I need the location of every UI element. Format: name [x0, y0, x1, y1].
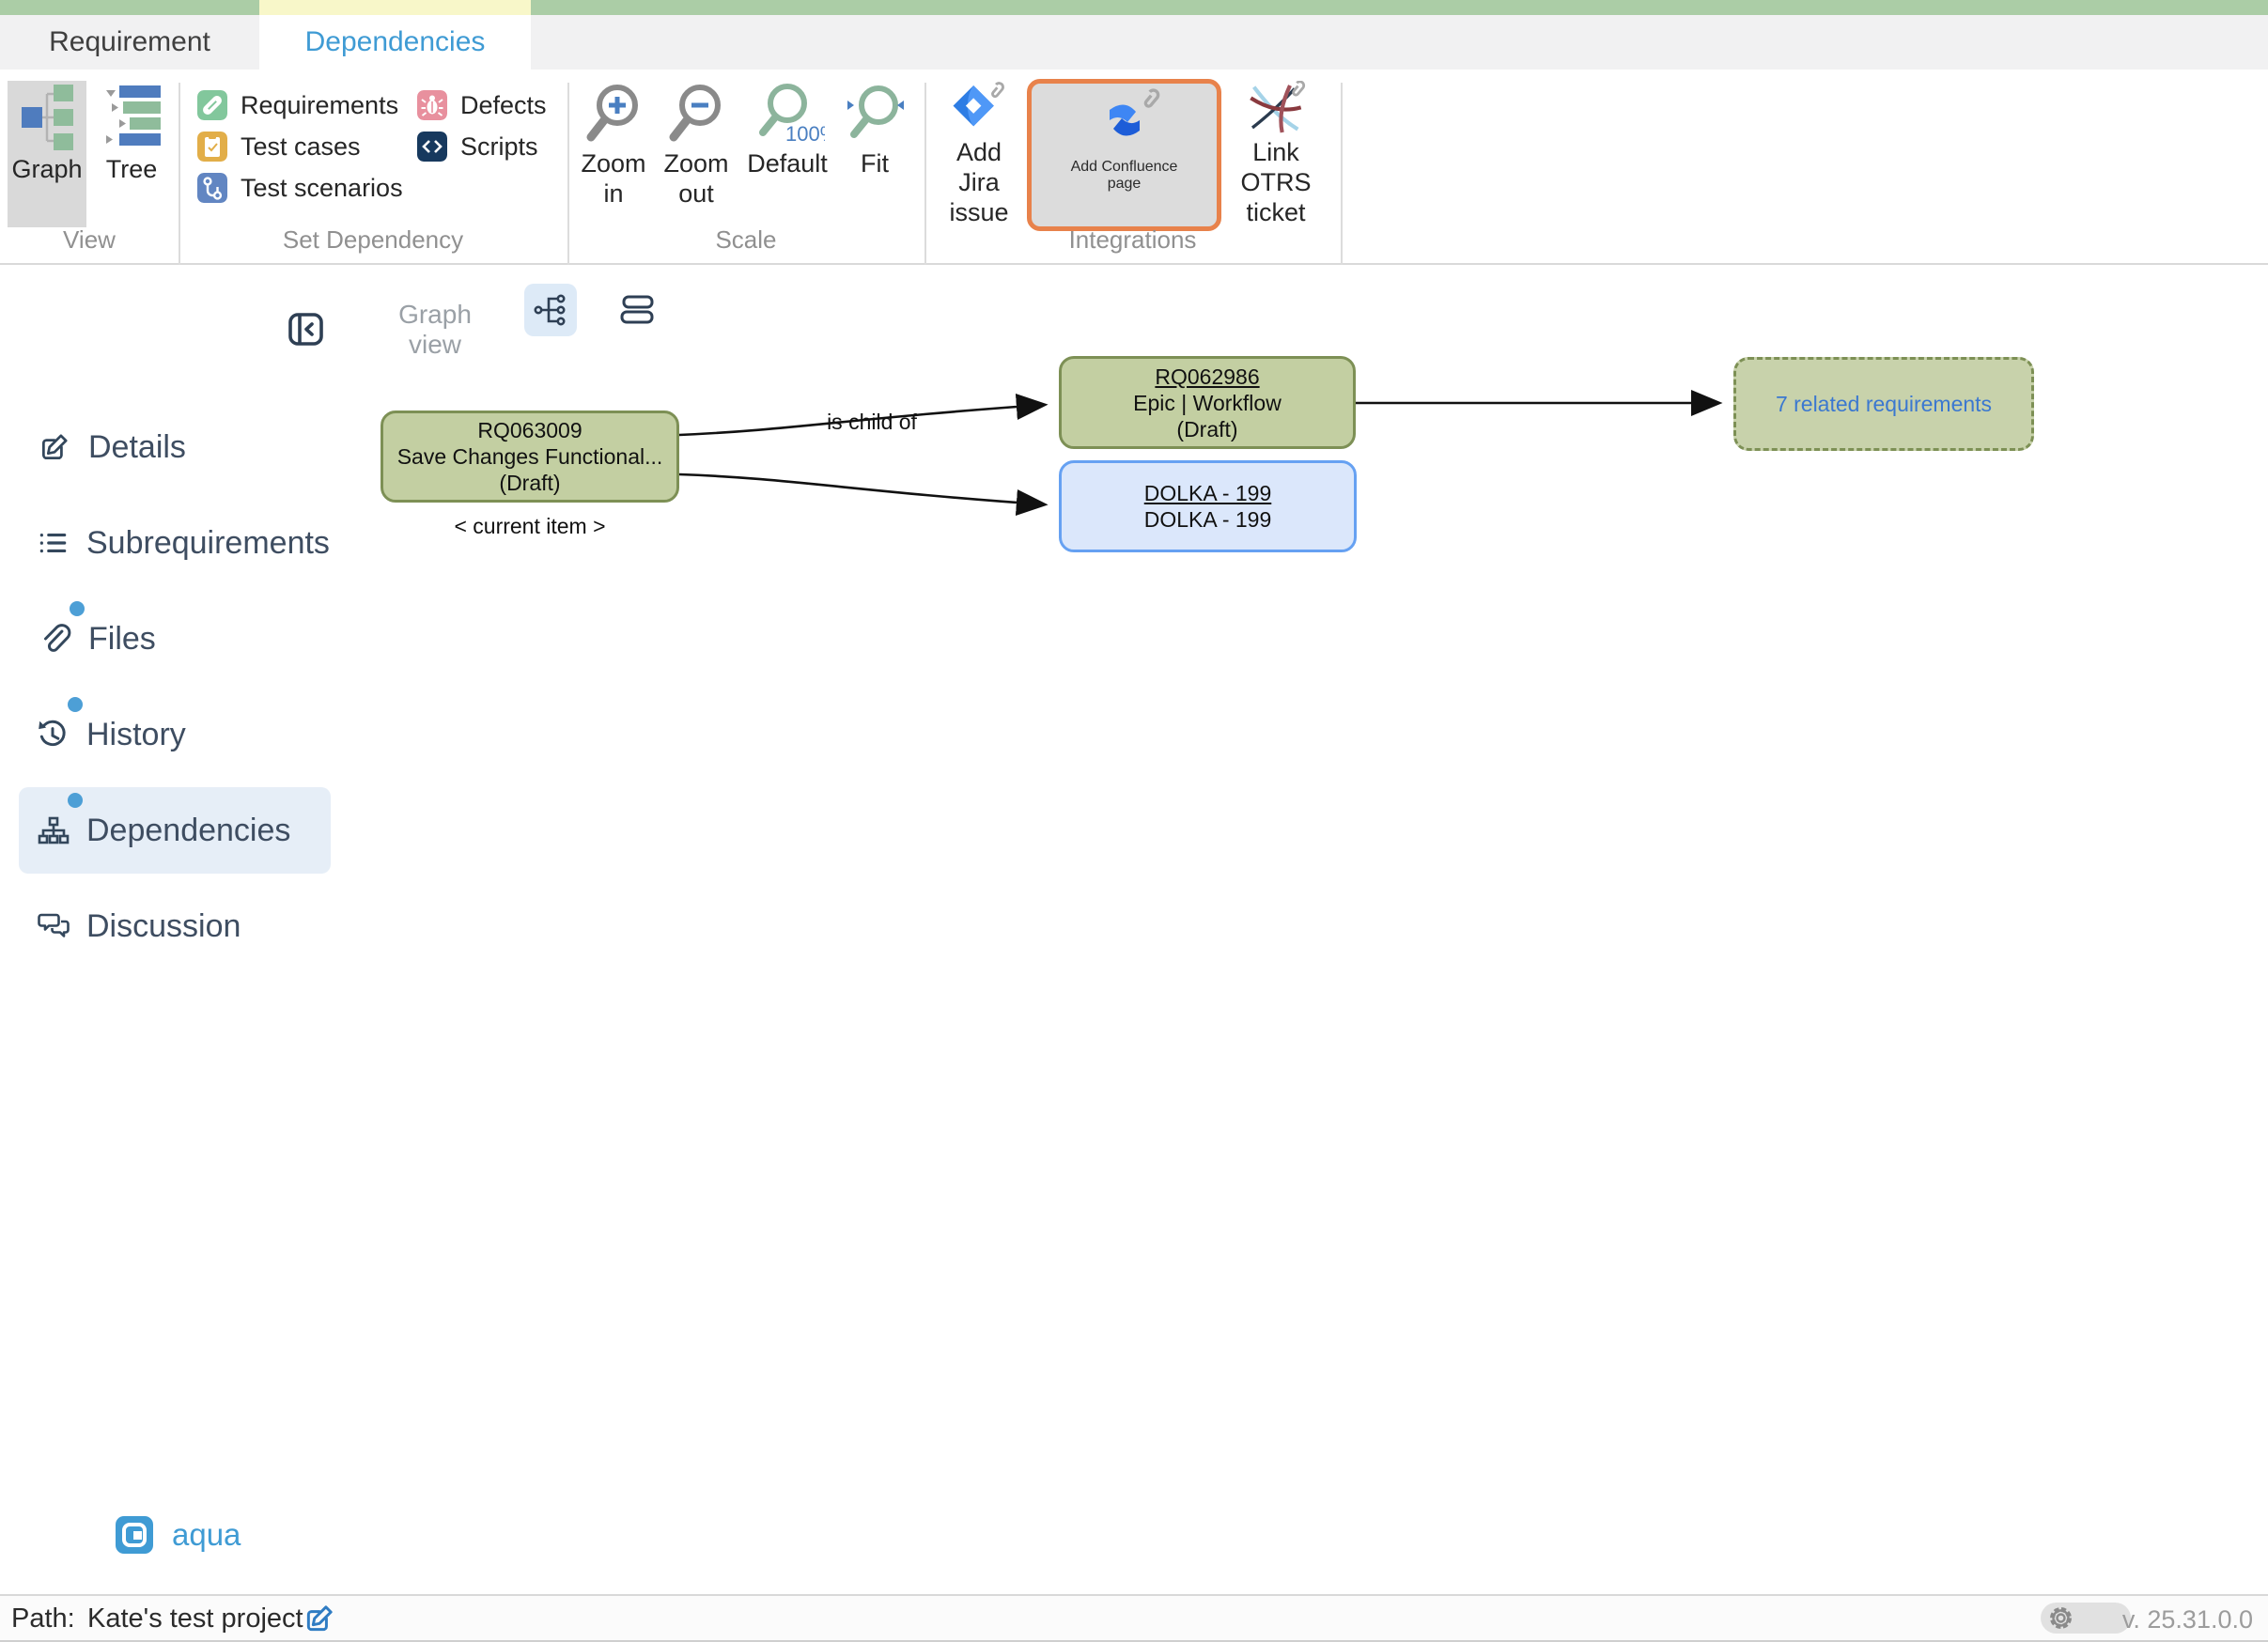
- confluence-icon: [1081, 87, 1168, 159]
- zoom-fit-label: Fit: [861, 148, 889, 178]
- group-label-integrations: Integrations: [924, 225, 1341, 255]
- group-label-view: View: [0, 225, 179, 255]
- zoom-default-button[interactable]: 100% Default: [742, 81, 832, 227]
- tab-dependencies[interactable]: Dependencies: [259, 15, 531, 70]
- tab-bar: Requirement Dependencies: [0, 15, 2268, 70]
- top-accent-strip: [0, 0, 2268, 15]
- node-related-requirements[interactable]: 7 related requirements: [1733, 357, 2034, 451]
- zoom-out-icon: [666, 81, 726, 148]
- set-dependency-test-cases-label: Test cases: [241, 132, 361, 162]
- edit-path-icon: [303, 1602, 336, 1635]
- group-label-set-dependency: Set Dependency: [179, 225, 567, 255]
- zoom-fit-icon: [845, 81, 905, 148]
- node-current-item[interactable]: RQ063009 Save Changes Functional... (Dra…: [381, 410, 679, 503]
- node-parent-requirement[interactable]: RQ062986 Epic | Workflow (Draft): [1059, 356, 1356, 449]
- link-otrs-label-1: Link OTRS: [1229, 137, 1323, 197]
- svg-text:100%: 100%: [785, 122, 825, 146]
- tab-dependencies-label: Dependencies: [305, 26, 486, 58]
- edit-path-button[interactable]: [303, 1602, 336, 1635]
- set-dependency-requirements-label: Requirements: [241, 91, 398, 120]
- active-tab-accent-strip: [259, 0, 531, 15]
- zoom-out-label-2: out: [678, 178, 714, 209]
- tab-requirement-label: Requirement: [49, 26, 210, 58]
- brand: aqua: [116, 1516, 241, 1554]
- zoom-in-icon: [583, 81, 644, 148]
- link-otrs-label-2: ticket: [1246, 197, 1305, 227]
- brand-name: aqua: [172, 1517, 241, 1553]
- path-label: Path:: [11, 1603, 75, 1634]
- gear-icon: [2048, 1605, 2074, 1631]
- graph-view-button[interactable]: Graph: [8, 81, 86, 227]
- dependency-graph-canvas: Graph view Details: [0, 265, 2268, 1594]
- add-confluence-label-1: Add Confluence: [1071, 159, 1178, 176]
- set-dependency-defects-label: Defects: [460, 91, 547, 120]
- link-otrs-ticket-button[interactable]: Link OTRS ticket: [1229, 81, 1323, 227]
- tab-requirement[interactable]: Requirement: [0, 15, 259, 70]
- defect-bug-icon: [417, 90, 447, 120]
- node-external-id[interactable]: DOLKA - 199: [1144, 480, 1272, 506]
- zoom-default-icon: 100%: [750, 81, 825, 148]
- test-scenario-icon: [197, 173, 227, 203]
- set-dependency-defects[interactable]: Defects: [417, 90, 547, 120]
- requirement-icon: [197, 90, 227, 120]
- status-bar: Path: Kate's test project v. 25.31.0.0: [0, 1594, 2268, 1642]
- set-dependency-test-cases[interactable]: Test cases: [197, 132, 361, 162]
- tree-view-button-label: Tree: [106, 154, 158, 184]
- zoom-fit-button[interactable]: Fit: [840, 81, 909, 227]
- node-external-title: DOLKA - 199: [1144, 506, 1272, 533]
- script-code-icon: [417, 132, 447, 162]
- node-parent-id[interactable]: RQ062986: [1155, 364, 1259, 390]
- tree-list-icon: [101, 81, 163, 154]
- ribbon-toolbar: Graph Tree Requirements Te: [0, 70, 2268, 265]
- jira-icon: [942, 81, 1016, 137]
- zoom-in-label-2: in: [603, 178, 623, 209]
- set-dependency-test-scenarios-label: Test scenarios: [241, 174, 403, 203]
- zoom-out-label-1: Zoom: [663, 148, 728, 178]
- set-dependency-requirements[interactable]: Requirements: [197, 90, 398, 120]
- settings-toggle[interactable]: [2041, 1603, 2131, 1634]
- set-dependency-test-scenarios[interactable]: Test scenarios: [197, 173, 403, 203]
- node-current-title: Save Changes Functional...: [397, 443, 663, 470]
- path-value: Kate's test project: [87, 1603, 303, 1634]
- add-confluence-page-button[interactable]: Add Confluence page: [1027, 79, 1221, 231]
- current-item-caption: < current item >: [381, 514, 679, 539]
- node-external-jira-item[interactable]: DOLKA - 199 DOLKA - 199: [1059, 460, 1357, 552]
- graph-diagram-icon: [16, 81, 78, 154]
- zoom-default-label: Default: [747, 148, 828, 178]
- zoom-in-label-1: Zoom: [581, 148, 645, 178]
- node-parent-status: (Draft): [1176, 416, 1237, 442]
- otrs-icon: [1236, 81, 1315, 137]
- group-label-scale: Scale: [567, 225, 924, 255]
- tree-view-button[interactable]: Tree: [94, 81, 169, 227]
- set-dependency-scripts[interactable]: Scripts: [417, 132, 538, 162]
- node-parent-title: Epic | Workflow: [1133, 390, 1282, 416]
- add-jira-issue-button[interactable]: Add Jira issue: [936, 81, 1022, 227]
- set-dependency-scripts-label: Scripts: [460, 132, 538, 162]
- graph-view-button-label: Graph: [11, 154, 82, 184]
- zoom-out-button[interactable]: Zoom out: [658, 81, 735, 227]
- node-current-id: RQ063009: [477, 417, 582, 443]
- test-case-icon: [197, 132, 227, 162]
- add-jira-label-1: Add Jira: [936, 137, 1022, 197]
- edge-label-is-child-of: is child of: [827, 410, 917, 434]
- related-requirements-label: 7 related requirements: [1776, 391, 1992, 417]
- node-current-status: (Draft): [499, 470, 560, 496]
- zoom-in-button[interactable]: Zoom in: [575, 81, 652, 227]
- add-confluence-label-2: page: [1108, 176, 1142, 193]
- edge-to-external: [679, 474, 1043, 504]
- aqua-logo-icon: [116, 1516, 153, 1554]
- version-text: v. 25.31.0.0: [2122, 1605, 2253, 1634]
- add-jira-label-2: issue: [949, 197, 1008, 227]
